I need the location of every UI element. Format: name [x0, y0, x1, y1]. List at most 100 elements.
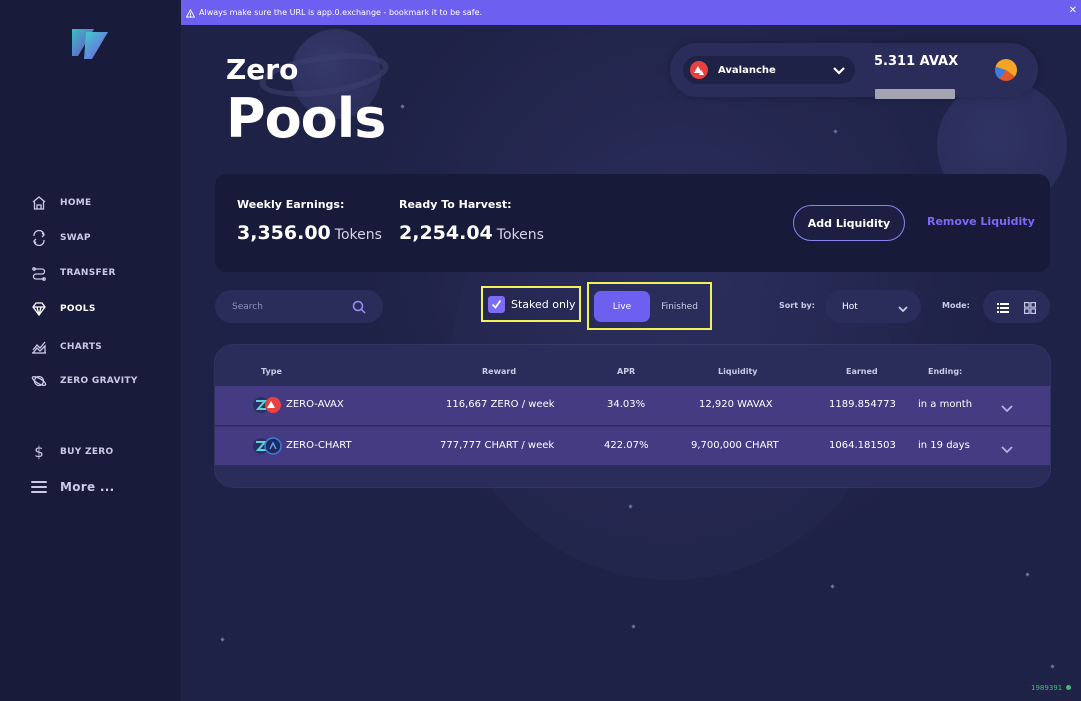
star: [1025, 572, 1030, 577]
pool-liquidity: 9,700,000 CHART: [691, 440, 779, 451]
star: [220, 637, 225, 642]
pool-reward: 116,667 ZERO / week: [446, 399, 555, 410]
menu-icon: [30, 478, 48, 496]
pool-reward: 777,777 CHART / week: [440, 440, 555, 451]
pool-apr: 34.03%: [607, 399, 646, 410]
staked-only-checkbox[interactable]: Staked only: [481, 286, 581, 322]
sidebar-item-label: SWAP: [60, 233, 91, 243]
table-row[interactable]: ZERO-CHART 777,777 CHART / week 422.07% …: [215, 426, 1050, 465]
chevron-down-icon: [831, 62, 847, 82]
sidebar-item-zero-gravity[interactable]: ZERO GRAVITY: [30, 370, 138, 392]
sidebar-item-charts[interactable]: CHARTS: [30, 336, 102, 358]
diamond-icon: [30, 300, 48, 318]
zero-chart-token-icon: [252, 437, 282, 455]
weekly-earnings-value: 3,356.00 Tokens: [237, 222, 382, 244]
weekly-earnings-label: Weekly Earnings:: [237, 198, 345, 211]
weekly-earnings-unit: Tokens: [334, 227, 382, 243]
transfer-icon: [30, 264, 48, 282]
page-subtitle: Zero: [226, 53, 299, 86]
remove-liquidity-button[interactable]: Remove Liquidity: [927, 215, 1035, 228]
list-view-icon[interactable]: [997, 299, 1009, 318]
column-header-type: Type: [261, 367, 282, 376]
banner-text: Always make sure the URL is app.0.exchan…: [199, 8, 482, 17]
column-header-earned: Earned: [846, 367, 878, 376]
chevron-down-icon: [897, 300, 909, 319]
main-content: Zero Pools Avalanche 5.311 AVAX Weekly E…: [181, 25, 1081, 701]
table-header: Type Reward APR Liquidity Earned Ending:: [215, 345, 1050, 387]
earnings-panel: Weekly Earnings: 3,356.00 Tokens Ready To…: [215, 174, 1050, 272]
sidebar-item-swap[interactable]: SWAP: [30, 227, 91, 249]
sidebar-item-buy-zero[interactable]: $ BUY ZERO: [30, 441, 113, 463]
sidebar-item-label: ZERO GRAVITY: [60, 376, 138, 386]
version-label: 1989391: [1031, 684, 1072, 692]
star: [830, 584, 835, 589]
close-icon[interactable]: ✕: [1069, 5, 1077, 16]
weekly-earnings-amount: 3,356.00: [237, 222, 331, 244]
tab-finished[interactable]: Finished: [652, 291, 707, 322]
sort-value: Hot: [842, 301, 858, 312]
page-title: Pools: [226, 87, 386, 150]
ready-to-harvest-label: Ready To Harvest:: [399, 198, 512, 211]
search-input[interactable]: [232, 301, 342, 312]
sidebar-item-more[interactable]: More ...: [30, 476, 115, 498]
ready-to-harvest-value: 2,254.04 Tokens: [399, 222, 544, 244]
table-row[interactable]: ZERO-AVAX 116,667 ZERO / week 34.03% 12,…: [215, 386, 1050, 425]
view-mode-switch: [983, 290, 1050, 323]
column-header-apr: APR: [617, 367, 636, 376]
network-select[interactable]: Avalanche: [683, 56, 855, 84]
sidebar-item-transfer[interactable]: TRANSFER: [30, 262, 116, 284]
pool-apr: 422.07%: [604, 440, 649, 451]
column-header-ending: Ending:: [928, 367, 963, 376]
star: [1050, 664, 1055, 669]
chevron-down-icon[interactable]: [1000, 399, 1014, 418]
chart-icon: [30, 338, 48, 356]
grid-view-icon[interactable]: [1024, 299, 1037, 318]
sidebar-item-label: HOME: [60, 198, 92, 208]
sidebar-item-label: More ...: [60, 480, 115, 494]
chevron-down-icon[interactable]: [1000, 440, 1014, 459]
swap-icon: [30, 229, 48, 247]
pool-ending: in a month: [918, 399, 973, 410]
star: [400, 104, 405, 109]
add-liquidity-button[interactable]: Add Liquidity: [793, 205, 905, 241]
network-name: Avalanche: [718, 64, 776, 76]
sort-by-label: Sort by:: [779, 301, 815, 310]
search-icon[interactable]: [352, 299, 366, 318]
pool-liquidity: 12,920 WAVAX: [699, 399, 773, 410]
planet-icon: [30, 372, 48, 390]
checkmark-icon: [488, 295, 505, 313]
mode-label: Mode:: [942, 301, 970, 310]
pool-type: ZERO-CHART: [286, 440, 352, 451]
sidebar-item-label: BUY ZERO: [60, 447, 114, 457]
pool-type: ZERO-AVAX: [286, 399, 344, 410]
avalanche-icon: [690, 61, 708, 79]
sidebar-item-label: TRANSFER: [60, 268, 116, 278]
sidebar-item-pools[interactable]: POOLS: [30, 298, 96, 320]
column-header-liquidity: Liquidity: [718, 367, 758, 376]
zero-logo[interactable]: [70, 26, 110, 62]
home-icon: [30, 194, 48, 212]
sidebar-item-label: CHARTS: [60, 342, 103, 352]
sidebar: HOME SWAP TRANSFER POOLS CHARTS ZERO GRA…: [0, 0, 181, 701]
wallet-panel: Avalanche 5.311 AVAX: [670, 43, 1038, 99]
wallet-balance: 5.311 AVAX: [874, 54, 959, 69]
warning-icon: [185, 3, 196, 22]
live-finished-toggle: Live Finished: [592, 289, 709, 324]
ready-to-harvest-unit: Tokens: [496, 227, 544, 243]
pool-earned: 1189.854773: [829, 399, 896, 410]
sidebar-item-label: POOLS: [60, 304, 96, 314]
star: [833, 129, 838, 134]
staked-only-label: Staked only: [511, 297, 576, 311]
ready-to-harvest-amount: 2,254.04: [399, 222, 493, 244]
pools-table: Type Reward APR Liquidity Earned Ending:…: [215, 345, 1050, 487]
star: [631, 624, 636, 629]
sidebar-item-home[interactable]: HOME: [30, 192, 92, 214]
zero-avax-token-icon: [252, 396, 282, 414]
pool-earned: 1064.181503: [829, 440, 896, 451]
security-banner: Always make sure the URL is app.0.exchan…: [181, 0, 1081, 25]
avatar[interactable]: [995, 59, 1017, 81]
pool-ending: in 19 days: [918, 440, 970, 451]
tab-live[interactable]: Live: [594, 291, 650, 322]
sort-select[interactable]: Hot: [825, 290, 921, 323]
version-number: 1989391: [1031, 684, 1063, 692]
